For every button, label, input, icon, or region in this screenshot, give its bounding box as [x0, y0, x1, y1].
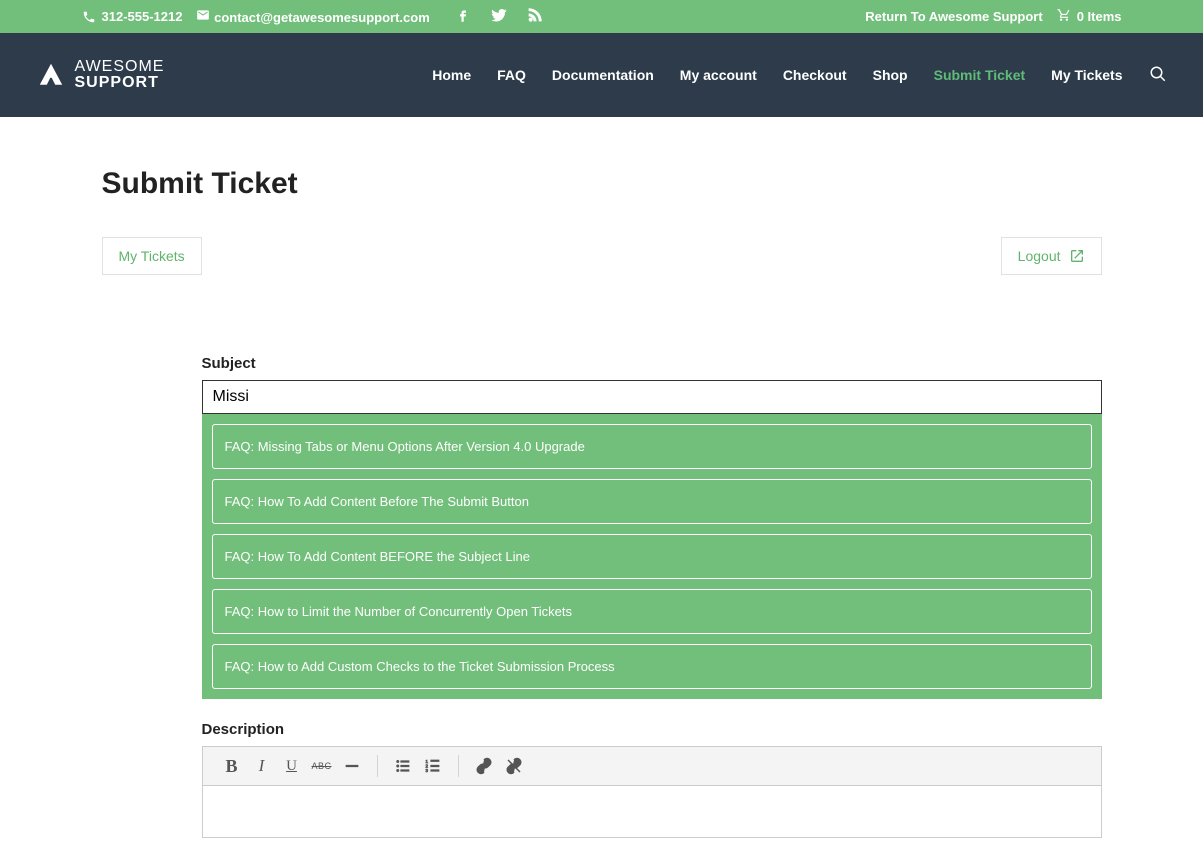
faq-suggestion-item[interactable]: FAQ: How To Add Content BEFORE the Subje… [212, 534, 1092, 579]
nav-home[interactable]: Home [432, 67, 471, 83]
faq-suggestion-item[interactable]: FAQ: How to Add Custom Checks to the Tic… [212, 644, 1092, 689]
horizontal-rule-icon[interactable] [337, 751, 367, 781]
unlink-icon[interactable] [499, 751, 529, 781]
email-address: contact@getawesomesupport.com [214, 10, 430, 25]
cart-icon[interactable] [1057, 8, 1071, 25]
return-link[interactable]: Return To Awesome Support [865, 9, 1042, 24]
logout-label: Logout [1018, 248, 1061, 264]
nav-my-tickets[interactable]: My Tickets [1051, 67, 1122, 83]
faq-suggestion-item[interactable]: FAQ: How to Limit the Number of Concurre… [212, 589, 1092, 634]
faq-suggestion-item[interactable]: FAQ: How To Add Content Before The Submi… [212, 479, 1092, 524]
page-title: Submit Ticket [102, 167, 1102, 201]
svg-text:3: 3 [425, 768, 428, 773]
bullet-list-icon[interactable] [388, 751, 418, 781]
nav-checkout[interactable]: Checkout [783, 67, 847, 83]
bold-icon[interactable]: B [217, 751, 247, 781]
link-icon[interactable] [469, 751, 499, 781]
phone-contact: 312-555-1212 [82, 9, 183, 24]
my-tickets-button[interactable]: My Tickets [102, 237, 202, 275]
description-editor[interactable] [202, 786, 1102, 838]
subject-input[interactable] [202, 380, 1102, 414]
nav-submit-ticket[interactable]: Submit Ticket [934, 67, 1026, 83]
nav-shop[interactable]: Shop [873, 67, 908, 83]
mail-icon [196, 8, 210, 22]
facebook-icon[interactable] [454, 6, 472, 27]
numbered-list-icon[interactable]: 123 [418, 751, 448, 781]
rss-icon[interactable] [526, 6, 544, 27]
logo-icon [37, 61, 65, 89]
twitter-icon[interactable] [490, 6, 508, 27]
strikethrough-icon[interactable]: ABC [307, 751, 337, 781]
italic-icon[interactable]: I [247, 751, 277, 781]
main-nav: Home FAQ Documentation My account Checko… [432, 65, 1166, 86]
underline-icon[interactable]: U [277, 751, 307, 781]
nav-my-account[interactable]: My account [680, 67, 757, 83]
description-label: Description [202, 721, 1102, 738]
faq-suggestions: FAQ: Missing Tabs or Menu Options After … [202, 414, 1102, 699]
editor-toolbar: B I U ABC 123 [202, 746, 1102, 786]
logo[interactable]: AWESOME SUPPORT [37, 59, 165, 91]
nav-documentation[interactable]: Documentation [552, 67, 654, 83]
email-contact[interactable]: contact@getawesomesupport.com [196, 8, 429, 25]
main-header: AWESOME SUPPORT Home FAQ Documentation M… [0, 33, 1203, 117]
phone-number: 312-555-1212 [102, 9, 183, 24]
subject-label: Subject [202, 355, 1102, 372]
nav-faq[interactable]: FAQ [497, 67, 526, 83]
faq-suggestion-item[interactable]: FAQ: Missing Tabs or Menu Options After … [212, 424, 1092, 469]
top-info-bar: 312-555-1212 contact@getawesomesupport.c… [0, 0, 1203, 33]
cart-items[interactable]: 0 Items [1077, 9, 1122, 24]
external-link-icon [1069, 248, 1085, 264]
phone-icon [82, 10, 96, 24]
search-icon[interactable] [1149, 65, 1167, 86]
logout-button[interactable]: Logout [1001, 237, 1102, 275]
logo-text: AWESOME SUPPORT [75, 59, 165, 91]
